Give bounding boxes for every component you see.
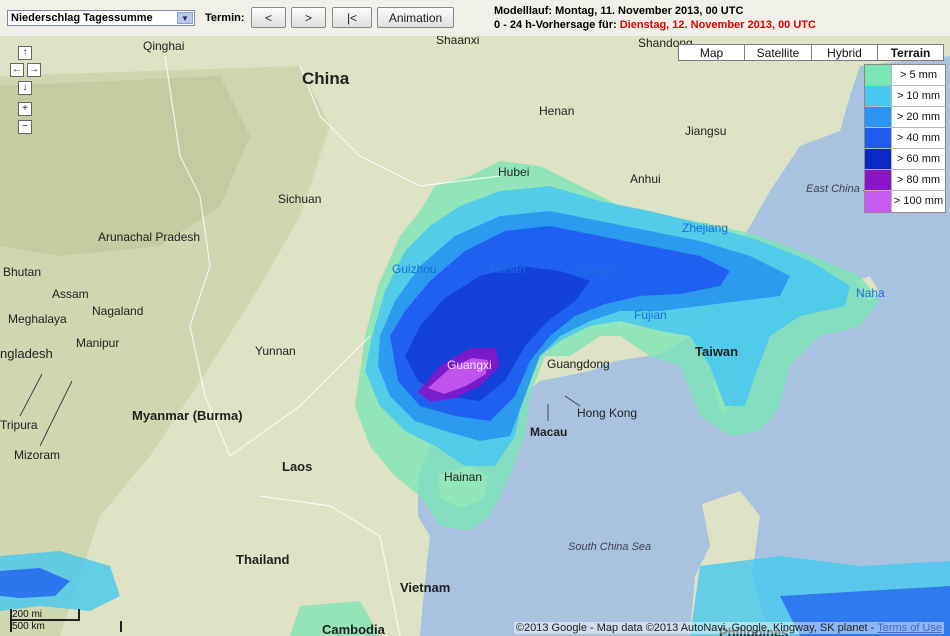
forecast-prefix: 0 - 24 h-Vorhersage für: xyxy=(494,19,620,31)
label-guangxi: Guangxi xyxy=(447,358,492,372)
label-arunachal: Arunachal Pradesh xyxy=(98,230,200,244)
label-jiangsu: Jiangsu xyxy=(685,124,726,138)
label-hunan: Hunan xyxy=(490,262,525,276)
product-select[interactable]: Niederschlag Tagessumme ▼ xyxy=(7,10,195,26)
zoom-out-icon[interactable]: − xyxy=(18,120,32,134)
label-vietnam: Vietnam xyxy=(400,580,450,595)
model-run-text: Modelllauf: Montag, 11. November 2013, 0… xyxy=(494,5,744,17)
label-sichuan: Sichuan xyxy=(278,192,321,206)
legend-swatch xyxy=(865,65,892,85)
first-button[interactable]: |< xyxy=(332,7,372,28)
pan-up-icon[interactable]: ↑ xyxy=(18,46,32,60)
pan-left-icon[interactable]: ← xyxy=(10,63,24,77)
legend-label: > 10 mm xyxy=(896,90,941,102)
label-manipur: Manipur xyxy=(76,336,119,350)
label-naha: Naha xyxy=(856,286,885,300)
label-jiangxi: Jiangxi xyxy=(576,263,613,277)
next-button[interactable]: > xyxy=(291,7,326,28)
legend-row: > 40 mm xyxy=(865,128,945,149)
label-qinghai: Qinghai xyxy=(143,39,184,53)
termin-label: Termin: xyxy=(205,12,245,24)
label-myanmar: Myanmar (Burma) xyxy=(132,408,243,423)
legend-row: > 80 mm xyxy=(865,170,945,191)
legend-row: > 100 mm xyxy=(865,191,945,212)
chevron-down-icon[interactable]: ▼ xyxy=(177,12,193,24)
legend-label: > 40 mm xyxy=(896,132,941,144)
label-china: China xyxy=(302,69,350,88)
legend-row: > 5 mm xyxy=(865,65,945,86)
label-bhutan: Bhutan xyxy=(3,265,41,279)
terrain-map: Qinghai Shaanxi Shandong China Henan Jia… xyxy=(0,36,950,636)
label-nagaland: Nagaland xyxy=(92,304,143,318)
label-henan: Henan xyxy=(539,104,574,118)
map-type-satellite[interactable]: Satellite xyxy=(744,44,812,61)
legend-swatch xyxy=(865,170,892,190)
legend-label: > 60 mm xyxy=(896,153,941,165)
label-shaanxi: Shaanxi xyxy=(436,36,479,47)
label-guizhou: Guizhou xyxy=(392,262,437,276)
forecast-date: Dienstag, 12. November 2013, 00 UTC xyxy=(619,19,816,31)
legend-label: > 20 mm xyxy=(896,111,941,123)
legend-label: > 80 mm xyxy=(896,174,941,186)
label-meghalaya: Meghalaya xyxy=(8,312,67,326)
label-tripura: Tripura xyxy=(0,418,38,432)
label-south-china-sea: South China Sea xyxy=(568,541,651,553)
legend-row: > 20 mm xyxy=(865,107,945,128)
prev-button[interactable]: < xyxy=(251,7,286,28)
label-guangdong: Guangdong xyxy=(547,357,610,371)
scale-bar: 200 mi 500 km xyxy=(10,609,122,632)
legend-label: > 100 mm xyxy=(893,195,944,207)
product-select-value: Niederschlag Tagessumme xyxy=(11,12,153,24)
label-macau: Macau xyxy=(530,425,567,439)
scale-km-label: 500 km xyxy=(12,621,45,632)
precipitation-legend: > 5 mm > 10 mm > 20 mm > 40 mm > 60 mm >… xyxy=(864,64,946,213)
map-type-map[interactable]: Map xyxy=(678,44,745,61)
label-anhui: Anhui xyxy=(630,172,661,186)
forecast-text: 0 - 24 h-Vorhersage für: Dienstag, 12. N… xyxy=(494,19,816,31)
label-cambodia: Cambodia xyxy=(322,622,386,636)
legend-swatch xyxy=(865,128,892,148)
label-yunnan: Yunnan xyxy=(255,344,296,358)
legend-swatch xyxy=(865,191,892,212)
attribution-text: ©2013 Google - Map data ©2013 AutoNavi, … xyxy=(515,622,878,634)
scale-mi: 200 mi xyxy=(10,609,80,621)
label-assam: Assam xyxy=(52,287,89,301)
legend-row: > 10 mm xyxy=(865,86,945,107)
zoom-in-icon[interactable]: + xyxy=(18,102,32,116)
pan-right-icon[interactable]: → xyxy=(27,63,41,77)
scale-mi-label: 200 mi xyxy=(12,609,43,620)
label-hainan: Hainan xyxy=(444,470,482,484)
map-type-hybrid[interactable]: Hybrid xyxy=(811,44,878,61)
legend-swatch xyxy=(865,107,892,127)
label-mizoram: Mizoram xyxy=(14,448,60,462)
map-type-terrain[interactable]: Terrain xyxy=(877,44,944,61)
scale-km: 500 km xyxy=(10,621,122,632)
label-fujian: Fujian xyxy=(634,308,667,322)
legend-row: > 60 mm xyxy=(865,149,945,170)
map-canvas[interactable]: Qinghai Shaanxi Shandong China Henan Jia… xyxy=(0,36,950,636)
label-laos: Laos xyxy=(282,459,312,474)
label-hubei: Hubei xyxy=(498,165,529,179)
label-hong-kong: Hong Kong xyxy=(577,406,637,420)
animation-button[interactable]: Animation xyxy=(377,7,454,28)
label-zhejiang: Zhejiang xyxy=(682,221,728,235)
pan-down-icon[interactable]: ↓ xyxy=(18,81,32,95)
map-type-selector: Map Satellite Hybrid Terrain xyxy=(678,44,944,61)
label-thailand: Thailand xyxy=(236,552,290,567)
legend-swatch xyxy=(865,149,892,169)
label-taiwan: Taiwan xyxy=(695,344,738,359)
toolbar: Niederschlag Tagessumme ▼ Termin: < > |<… xyxy=(0,0,950,37)
legend-swatch xyxy=(865,86,892,106)
label-bangladesh: ngladesh xyxy=(0,346,53,361)
map-attribution: ©2013 Google - Map data ©2013 AutoNavi, … xyxy=(513,622,944,634)
terms-of-use-link[interactable]: Terms of Use xyxy=(877,622,942,634)
legend-label: > 5 mm xyxy=(900,69,937,81)
